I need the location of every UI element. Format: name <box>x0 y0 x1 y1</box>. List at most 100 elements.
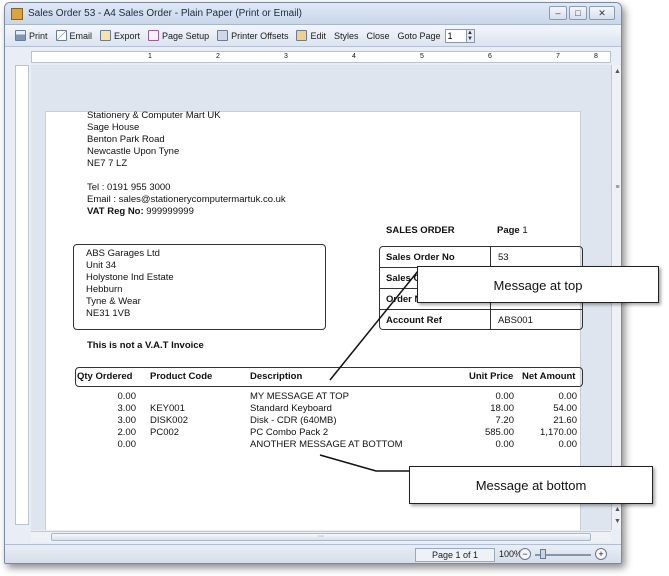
row-code: KEY001 <box>150 403 185 414</box>
row-desc: ANOTHER MESSAGE AT BOTTOM <box>250 439 403 450</box>
zoom-out-icon[interactable]: − <box>519 548 531 560</box>
page-number: Page 1 <box>497 225 528 236</box>
styles-button[interactable]: Styles <box>330 27 363 45</box>
callout-message-top: Message at top <box>417 266 659 303</box>
customer-postcode: NE31 1VB <box>86 308 131 319</box>
horizontal-scrollbar[interactable]: ⋯ <box>31 531 611 542</box>
row-price: 7.20 <box>495 415 515 426</box>
row-price: 0.00 <box>495 439 515 450</box>
ruler-mark: 1 <box>148 53 152 60</box>
edit-button[interactable]: Edit <box>292 27 330 45</box>
goto-page-label-wrap: Goto Page <box>394 27 445 45</box>
printer-offsets-label: Printer Offsets <box>231 30 289 41</box>
close-button[interactable]: Close <box>362 27 393 45</box>
ruler-mark: 3 <box>284 53 288 60</box>
horizontal-ruler: 1 2 3 4 5 6 7 8 <box>31 51 611 63</box>
row-net: 0.00 <box>558 439 578 450</box>
goto-page-input[interactable]: 1 <box>444 28 467 43</box>
page-down-icon[interactable]: ▼ <box>613 517 621 526</box>
ruler-mark: 8 <box>594 53 598 60</box>
edit-label: Edit <box>310 30 326 41</box>
info-row: Sales Order No 53 <box>380 247 582 268</box>
print-button[interactable]: Print <box>11 27 52 45</box>
vat-reg-value: 999999999 <box>143 206 194 217</box>
row-code: PC002 <box>150 427 180 438</box>
goto-page-label: Goto Page <box>397 30 441 41</box>
vat-reg: VAT Reg No: 999999999 <box>87 206 194 217</box>
company-postcode: NE7 7 LZ <box>87 158 128 169</box>
print-label: Print <box>29 30 48 41</box>
export-label: Export <box>114 30 141 41</box>
info-value: 53 <box>498 252 509 263</box>
window-title: Sales Order 53 - A4 Sales Order - Plain … <box>28 8 302 19</box>
goto-page-spinner[interactable]: ▲ ▼ <box>466 28 475 43</box>
close-label: Close <box>366 30 390 41</box>
row-price: 585.00 <box>484 427 514 438</box>
ruler-mark: 7 <box>556 53 560 60</box>
row-desc: Standard Keyboard <box>250 403 332 414</box>
scroll-grip-icon[interactable]: ≡ <box>613 183 621 192</box>
page-setup-icon <box>148 30 160 41</box>
ruler-mark: 4 <box>352 53 356 60</box>
export-icon <box>100 30 112 41</box>
row-desc: Disk - CDR (640MB) <box>250 415 337 426</box>
minimize-icon[interactable]: – <box>549 6 567 20</box>
company-address-3: Newcastle Upon Tyne <box>87 146 180 157</box>
row-price: 18.00 <box>490 403 514 414</box>
vertical-ruler <box>15 65 29 525</box>
scroll-up-icon[interactable]: ▲ <box>613 67 621 76</box>
export-button[interactable]: Export <box>96 27 144 45</box>
col-code: Product Code <box>150 371 213 382</box>
ruler-mark: 2 <box>216 53 220 60</box>
doc-type: SALES ORDER <box>386 225 455 236</box>
printer-offsets-button[interactable]: Printer Offsets <box>213 27 292 45</box>
row-qty: 3.00 <box>117 415 137 426</box>
customer-line-3: Hebburn <box>86 284 123 295</box>
info-label: Account Ref <box>386 315 442 326</box>
ruler-mark: 5 <box>420 53 424 60</box>
col-price: Unit Price <box>469 371 514 382</box>
toolbar: Print Email Export Page Setup Printer Of… <box>5 25 621 47</box>
customer-line-1: Unit 34 <box>86 260 117 271</box>
close-icon[interactable]: ✕ <box>589 6 615 20</box>
row-desc: PC Combo Pack 2 <box>250 427 329 438</box>
ruler-mark: 6 <box>488 53 492 60</box>
row-net: 21.60 <box>553 415 577 426</box>
page-setup-label: Page Setup <box>162 30 210 41</box>
zoom-in-icon[interactable]: + <box>595 548 607 560</box>
row-qty: 0.00 <box>117 391 137 402</box>
company-address-2: Benton Park Road <box>87 134 165 145</box>
maximize-icon[interactable]: □ <box>569 6 587 20</box>
row-qty: 3.00 <box>117 403 137 414</box>
vat-reg-label: VAT Reg No: <box>87 206 144 217</box>
status-bar: Page 1 of 1 100% − + <box>5 544 621 563</box>
printer-offsets-icon <box>217 30 229 41</box>
col-desc: Description <box>250 371 303 382</box>
info-value: ABS001 <box>498 315 533 326</box>
page-setup-button[interactable]: Page Setup <box>144 27 213 45</box>
zoom-slider-thumb[interactable] <box>540 549 546 559</box>
col-qty: Qty Ordered <box>77 371 133 382</box>
row-desc: MY MESSAGE AT TOP <box>250 391 349 402</box>
company-name: Stationery & Computer Mart UK <box>87 110 221 121</box>
col-net: Net Amount <box>522 371 576 382</box>
styles-label: Styles <box>333 30 359 41</box>
customer-name: ABS Garages Ltd <box>86 248 160 259</box>
title-bar[interactable]: Sales Order 53 - A4 Sales Order - Plain … <box>5 3 621 25</box>
company-email: Email : sales@stationerycomputermartuk.c… <box>87 194 286 205</box>
page-label: Page <box>497 225 520 236</box>
email-button[interactable]: Email <box>52 27 97 45</box>
row-net: 1,170.00 <box>540 427 577 438</box>
page-value: 1 <box>522 225 528 236</box>
horizontal-scroll-thumb[interactable]: ⋯ <box>51 533 591 541</box>
page-indicator: Page 1 of 1 <box>415 548 495 562</box>
info-label: Sales Order No <box>386 252 455 263</box>
company-address-1: Sage House <box>87 122 140 133</box>
customer-line-2: Holystone Ind Estate <box>86 272 174 283</box>
info-row: Account Ref ABS001 <box>380 310 582 329</box>
info-label: Sales O <box>386 273 421 284</box>
company-tel: Tel : 0191 955 3000 <box>87 182 171 193</box>
row-qty: 2.00 <box>117 427 137 438</box>
row-net: 54.00 <box>553 403 577 414</box>
page-up-icon[interactable]: ▲ <box>613 505 621 514</box>
